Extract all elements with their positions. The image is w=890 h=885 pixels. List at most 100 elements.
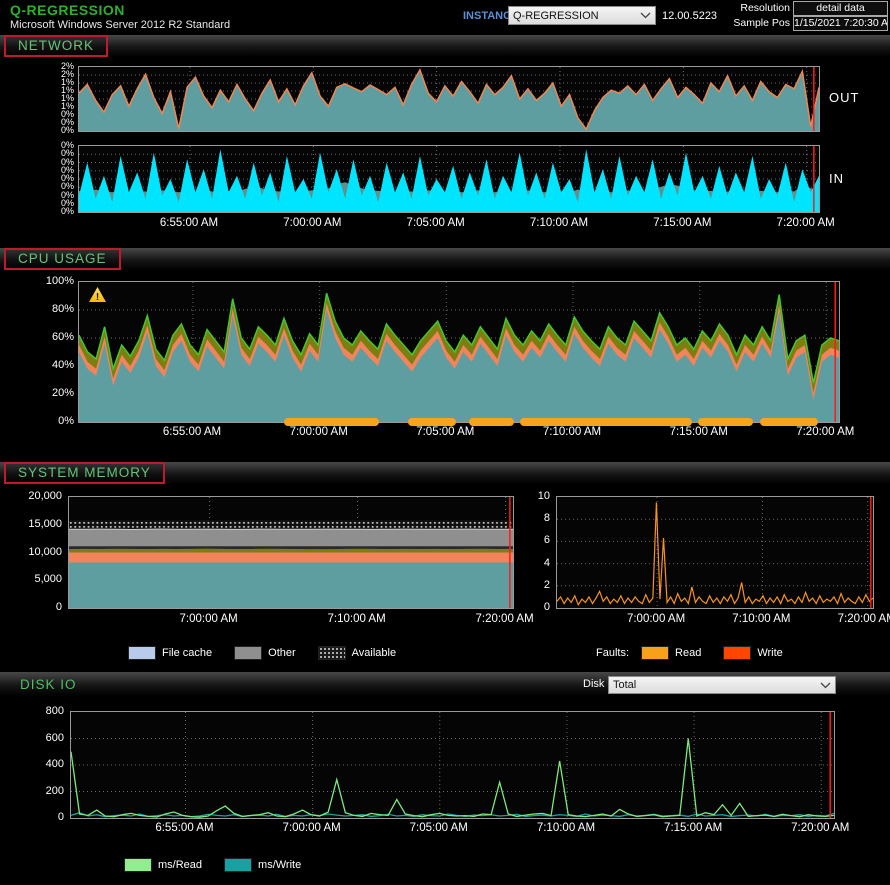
tick-label: 7:05:00 AM bbox=[410, 822, 468, 834]
disk-io-chart[interactable] bbox=[70, 711, 835, 819]
alert-range-marker bbox=[520, 418, 693, 426]
tick-label: 2 bbox=[544, 579, 550, 591]
tick-label: 7:00:00 AM bbox=[283, 822, 341, 834]
tick-label: 0% bbox=[61, 206, 74, 216]
tick-label: 7:15:00 AM bbox=[670, 426, 728, 438]
legend-item: ms/Write bbox=[224, 858, 301, 872]
tick-label: 7:00:00 AM bbox=[180, 613, 238, 625]
tick-label: 7:10:00 AM bbox=[732, 613, 790, 625]
disk-y-axis: 8006004002000 bbox=[24, 711, 66, 817]
tick-label: 7:20:00 AM bbox=[777, 217, 835, 229]
legend-item: Other bbox=[234, 646, 296, 660]
tick-label: 7:10:00 AM bbox=[328, 613, 386, 625]
resolution-field[interactable]: detail data bbox=[793, 1, 888, 16]
tick-label: 100% bbox=[46, 275, 74, 287]
file-cache-swatch bbox=[128, 646, 156, 660]
faults-x-axis: 7:00:00 AM7:10:00 AM7:20:00 AM bbox=[556, 613, 872, 627]
tick-label: 7:00:00 AM bbox=[627, 613, 685, 625]
available-swatch bbox=[318, 646, 346, 660]
tick-label: 6 bbox=[544, 534, 550, 546]
tick-label: 800 bbox=[46, 705, 64, 717]
tick-label: 7:00:00 AM bbox=[290, 426, 348, 438]
alert-range-marker bbox=[408, 418, 456, 426]
tick-label: 6:55:00 AM bbox=[160, 217, 218, 229]
tick-label: 20,000 bbox=[28, 490, 62, 502]
memory-y-axis: 20,00015,00010,0005,0000 bbox=[12, 496, 64, 607]
tick-label: 0 bbox=[56, 601, 62, 613]
network-out-chart[interactable] bbox=[78, 66, 820, 132]
memory-section-bar: SYSTEM MEMORY bbox=[0, 462, 890, 484]
instance-select[interactable]: Q-REGRESSION bbox=[508, 6, 656, 25]
faults-legend-label: Faults: bbox=[596, 647, 629, 659]
tick-label: 7:20:00 AM bbox=[791, 822, 849, 834]
tick-label: 7:15:00 AM bbox=[653, 217, 711, 229]
cpu-section-bar: CPU USAGE bbox=[0, 248, 890, 270]
memory-usage-chart[interactable] bbox=[68, 496, 514, 609]
version-number: 12.00.5223 bbox=[662, 10, 717, 22]
faults-write-swatch bbox=[723, 646, 751, 660]
tick-label: 6:55:00 AM bbox=[163, 426, 221, 438]
tick-label: 0 bbox=[544, 601, 550, 613]
legend-item: Write bbox=[723, 646, 782, 660]
resolution-label: Resolution bbox=[718, 2, 790, 14]
disk-section-title: DISK IO bbox=[20, 677, 77, 692]
legend-item: Read bbox=[641, 646, 701, 660]
other-swatch bbox=[234, 646, 262, 660]
tick-label: 6:55:00 AM bbox=[155, 822, 213, 834]
tick-label: 0% bbox=[61, 125, 74, 135]
tick-label: 7:20:00 AM bbox=[838, 613, 890, 625]
network-section-title: NETWORK bbox=[4, 35, 108, 57]
cpu-usage-chart[interactable]: ! bbox=[78, 281, 840, 423]
tick-label: 7:00:00 AM bbox=[283, 217, 341, 229]
tick-label: 7:05:00 AM bbox=[416, 426, 474, 438]
chevron-down-icon bbox=[640, 12, 651, 19]
cpu-x-axis: 6:55:00 AM 7:00:00 AM 7:05:00 AM 7:10:00 AM… bbox=[78, 426, 838, 440]
dashboard: Q-REGRESSION Microsoft Windows Server 20… bbox=[0, 0, 890, 885]
alert-range-marker bbox=[284, 418, 379, 426]
tick-label: 40% bbox=[52, 359, 74, 371]
memory-section-title: SYSTEM MEMORY bbox=[4, 462, 165, 484]
faults-y-axis: 1086420 bbox=[524, 496, 552, 607]
network-x-axis: 6:55:00 AM7:00:00 AM7:05:00 AM7:10:00 AM… bbox=[78, 217, 818, 231]
alert-range-marker bbox=[469, 418, 514, 426]
legend-item: Available bbox=[318, 646, 396, 660]
faults-read-swatch bbox=[641, 646, 669, 660]
legend-item: File cache bbox=[128, 646, 212, 660]
disk-select-value: Total bbox=[613, 679, 820, 691]
disk-x-axis: 6:55:00 AM7:00:00 AM7:05:00 AM7:10:00 AM… bbox=[70, 822, 833, 836]
tick-label: 5,000 bbox=[34, 573, 62, 585]
tick-label: 7:20:00 AM bbox=[475, 613, 533, 625]
network-section-bar: NETWORK bbox=[0, 35, 890, 57]
sample-pos-label: Sample Pos bbox=[718, 17, 790, 29]
tick-label: 400 bbox=[46, 758, 64, 770]
alert-range-marker bbox=[760, 418, 818, 426]
network-in-chart[interactable] bbox=[78, 145, 820, 213]
server-title: Q-REGRESSION bbox=[10, 2, 125, 18]
tick-label: 7:10:00 AM bbox=[543, 426, 601, 438]
tick-label: 200 bbox=[46, 785, 64, 797]
cpu-section-title: CPU USAGE bbox=[4, 248, 121, 270]
disk-legend: ms/Read ms/Write bbox=[124, 858, 323, 872]
instance-value: Q-REGRESSION bbox=[513, 10, 640, 22]
tick-label: 600 bbox=[46, 732, 64, 744]
netin-y-axis: 0%0%0%0%0%0%0%0%0% bbox=[30, 145, 76, 211]
tick-label: 0% bbox=[58, 415, 74, 427]
memory-x-axis: 7:00:00 AM7:10:00 AM7:20:00 AM bbox=[68, 613, 512, 627]
disk-select-label: Disk bbox=[583, 678, 604, 690]
legend-item: ms/Read bbox=[124, 858, 202, 872]
os-subtitle: Microsoft Windows Server 2012 R2 Standar… bbox=[10, 19, 230, 31]
memory-legend: File cache Other Available bbox=[128, 646, 418, 660]
tick-label: 0 bbox=[58, 811, 64, 823]
ms-write-swatch bbox=[224, 858, 252, 872]
tick-label: 10,000 bbox=[28, 546, 62, 558]
tick-label: 4 bbox=[544, 557, 550, 569]
tick-label: 80% bbox=[52, 303, 74, 315]
page-faults-chart[interactable] bbox=[556, 496, 874, 609]
tick-label: 8 bbox=[544, 512, 550, 524]
tick-label: 7:05:00 AM bbox=[407, 217, 465, 229]
sample-pos-field[interactable]: 1/15/2021 7:20:30 AM bbox=[793, 16, 888, 31]
cpu-alert-markers bbox=[79, 418, 839, 426]
faults-legend: Faults: Read Write bbox=[596, 646, 805, 660]
disk-select[interactable]: Total bbox=[608, 676, 836, 694]
tick-label: 20% bbox=[52, 387, 74, 399]
